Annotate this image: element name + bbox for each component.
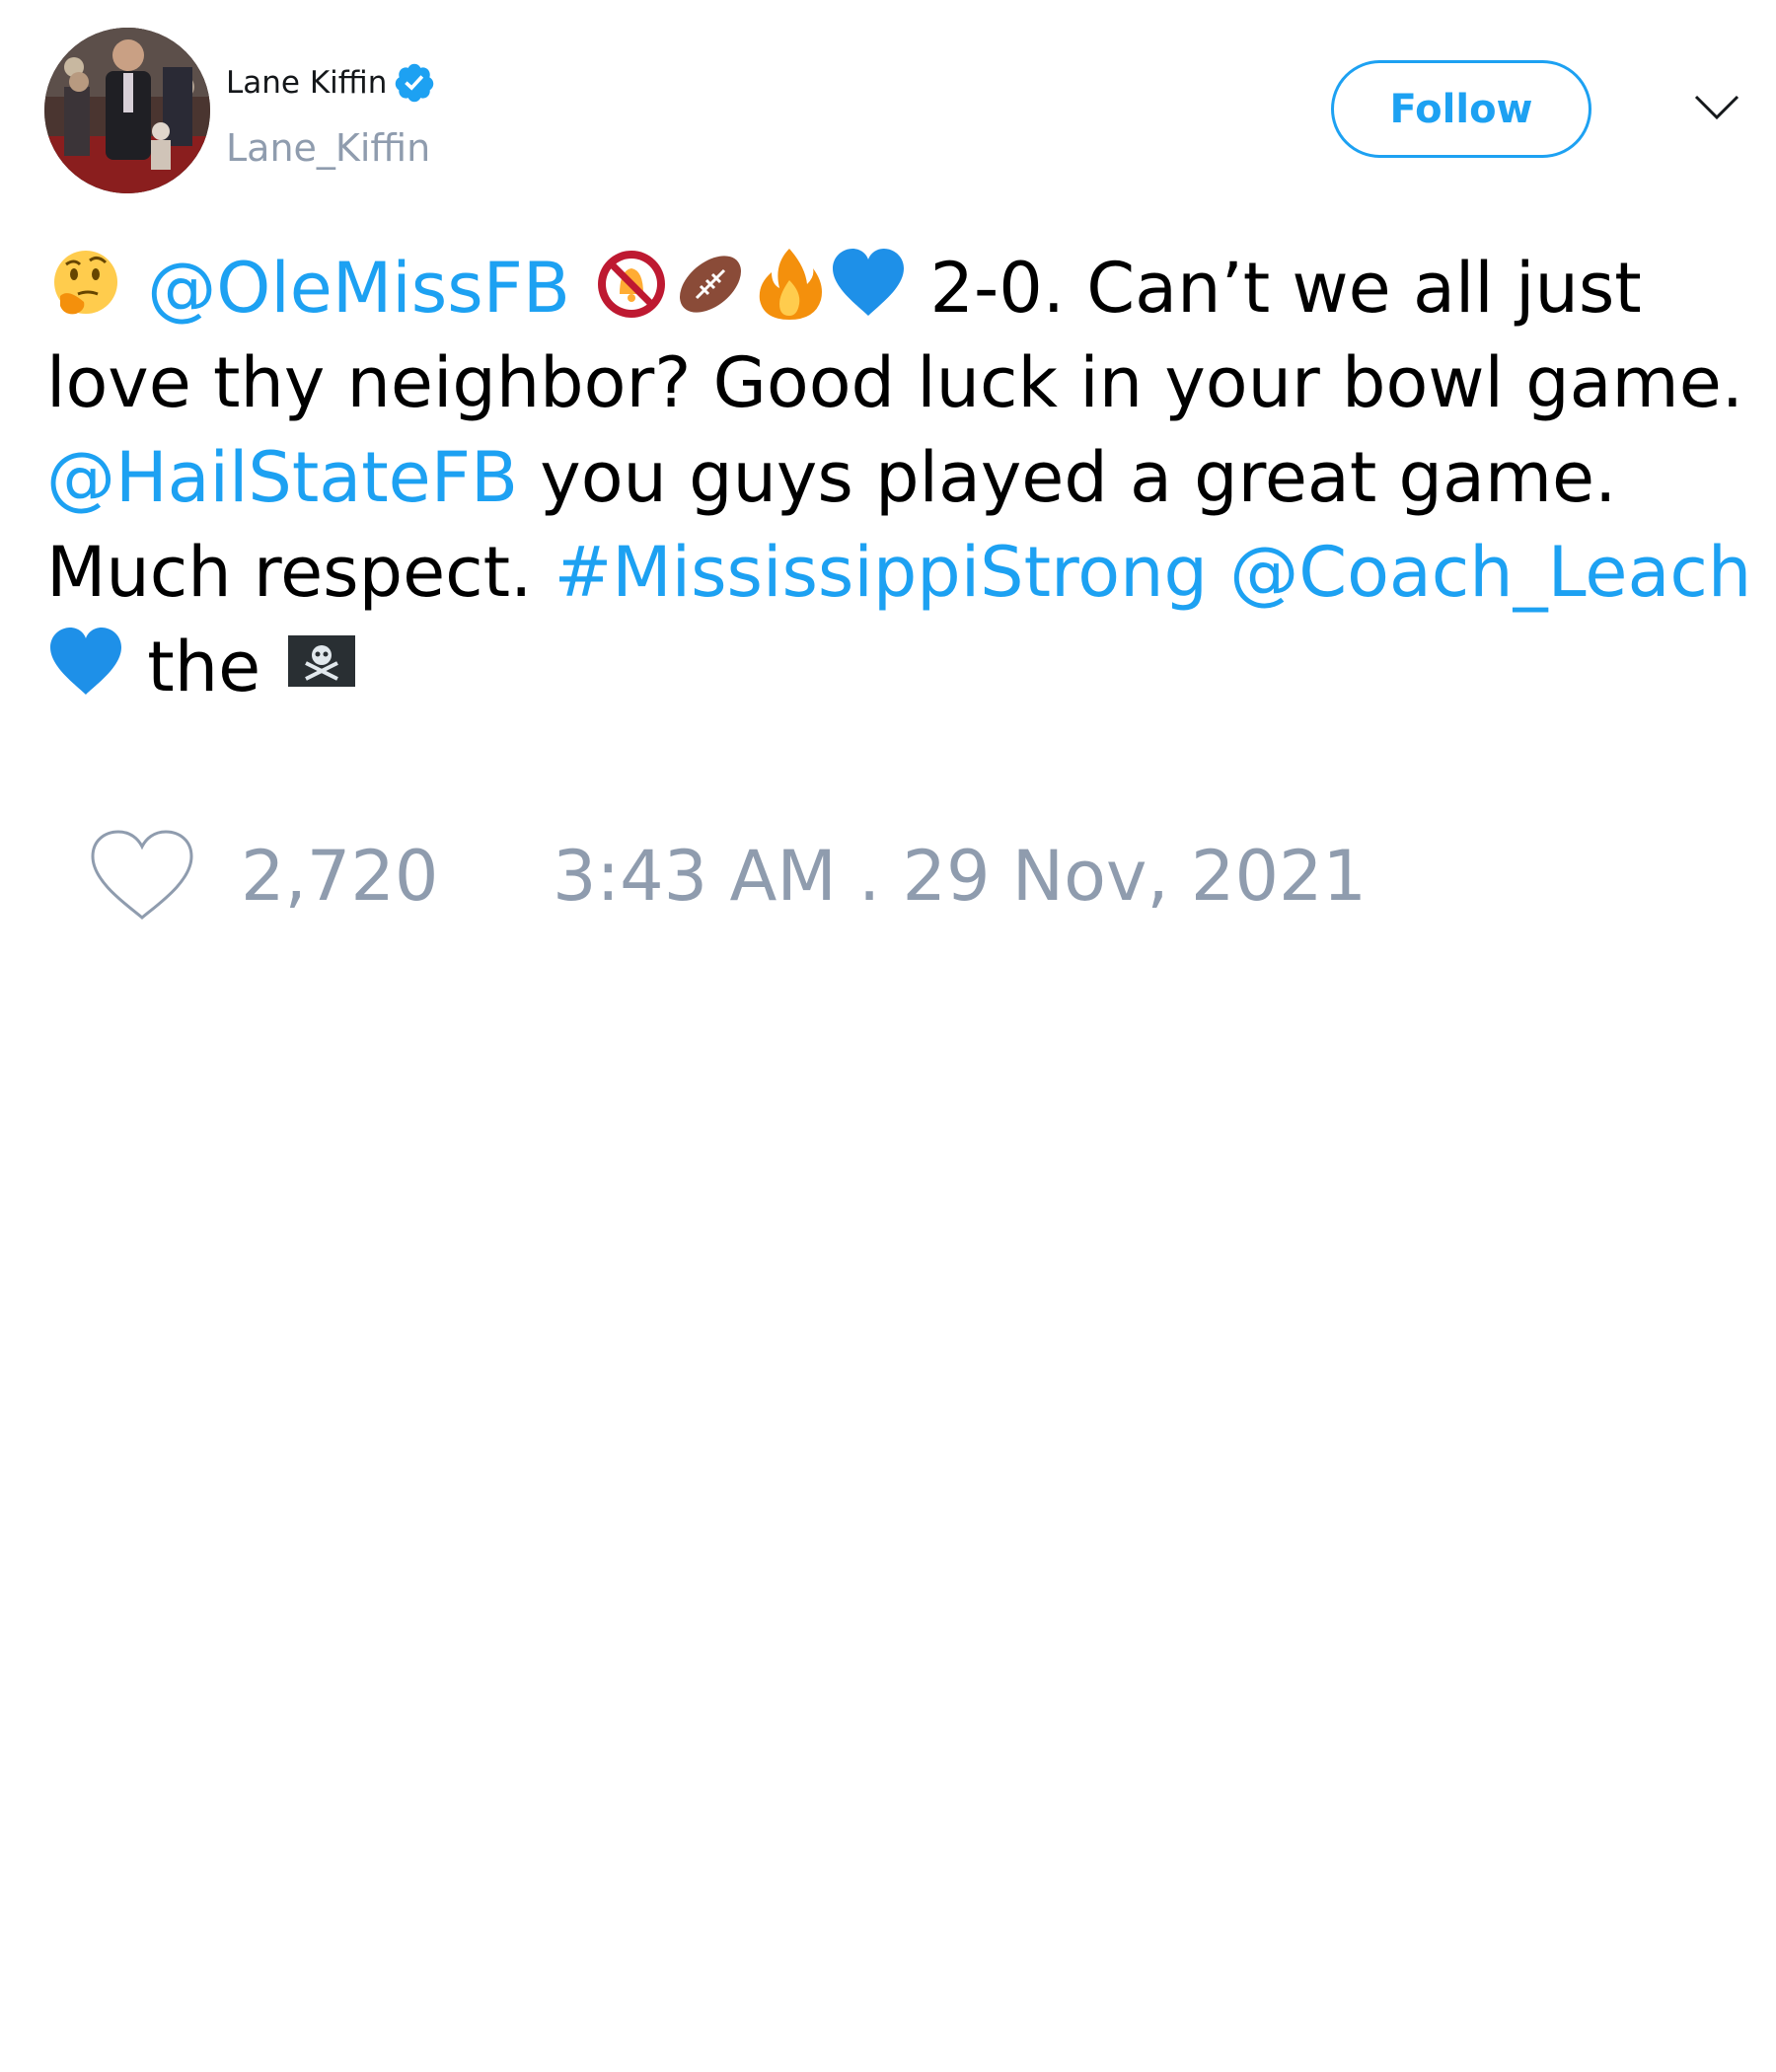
tweet-text-segment xyxy=(1208,532,1229,613)
mention-link[interactable]: @HailStateFB xyxy=(46,437,518,518)
tweet-line: the xyxy=(46,620,1743,714)
tweet-text-segment: 2-0. Can’t we all just xyxy=(908,248,1642,329)
tweet-footer: 2,720 xyxy=(89,827,438,925)
tweet-text-segment xyxy=(125,248,147,329)
tweet-text-segment xyxy=(570,248,592,329)
mention-link[interactable]: @Coach_Leach xyxy=(1229,532,1751,613)
tweet-card: Lane Kiffin Lane_Kiffin Follow @OleMissF… xyxy=(0,0,1776,2072)
tweet-text-segment: you guys played a great game. xyxy=(518,437,1617,518)
avatar[interactable] xyxy=(44,28,210,193)
timestamp[interactable]: 3:43 AM . 29 Nov, 2021 xyxy=(553,827,1367,925)
tweet-line: @OleMissFB 2-0. Can’t we all just xyxy=(46,241,1743,335)
thinking-face-emoji xyxy=(46,245,125,324)
blue-heart-emoji xyxy=(46,624,125,703)
football-emoji xyxy=(671,245,750,324)
tweet-text-segment: Much respect. xyxy=(46,532,555,613)
like-count: 2,720 xyxy=(241,836,439,917)
tweet-text: @OleMissFB 2-0. Can’t we all just love th… xyxy=(46,241,1751,714)
no-bell-emoji xyxy=(592,245,671,324)
chevron-down-icon[interactable] xyxy=(1693,92,1740,123)
tweet-text-segment: the xyxy=(125,627,283,707)
tweet-line: @HailStateFB you guys played a great gam… xyxy=(46,430,1743,525)
handle[interactable]: Lane_Kiffin xyxy=(226,126,430,170)
tweet-line: Much respect. #MississippiStrong @Coach_… xyxy=(46,525,1751,620)
hashtag-link[interactable]: #MississippiStrong xyxy=(555,532,1208,613)
display-name[interactable]: Lane Kiffin xyxy=(226,65,387,101)
pirate-flag-emoji xyxy=(282,624,361,703)
fire-emoji xyxy=(750,245,829,324)
verified-badge-icon xyxy=(393,61,436,105)
follow-button[interactable]: Follow xyxy=(1331,60,1591,158)
heart-outline-icon[interactable] xyxy=(89,829,195,924)
blue-heart-emoji xyxy=(829,245,908,324)
mention-link[interactable]: @OleMissFB xyxy=(147,248,570,329)
display-name-row: Lane Kiffin xyxy=(226,59,436,107)
tweet-text-segment: love thy neighbor? Good luck in your bow… xyxy=(46,342,1744,423)
tweet-line: love thy neighbor? Good luck in your bow… xyxy=(46,335,1743,430)
